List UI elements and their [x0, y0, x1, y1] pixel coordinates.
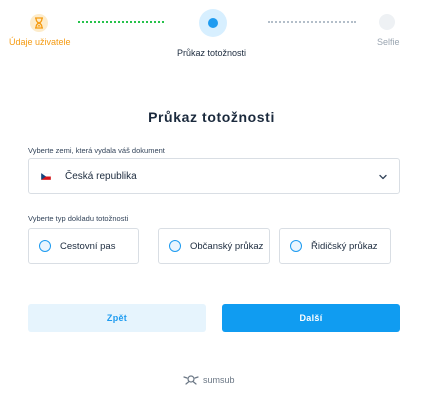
progress-stepper: Údaje uživatele Průkaz totožnosti Selfie [0, 0, 423, 64]
czech-flag-icon [41, 173, 51, 180]
doc-option-passport[interactable]: Cestovní pas [28, 228, 139, 264]
brand-name: sumsub [203, 375, 235, 385]
doc-option-id-card[interactable]: Občanský průkaz [158, 228, 270, 264]
step-connector-done [78, 21, 164, 23]
step-label-user-data: Údaje uživatele [9, 37, 71, 47]
radio-drivers-license[interactable] [290, 240, 302, 252]
doc-option-label: Cestovní pas [60, 241, 116, 252]
hourglass-icon [30, 14, 48, 32]
sumsub-logo-icon [183, 375, 199, 385]
doc-option-drivers-license[interactable]: Řidičský průkaz [279, 228, 391, 264]
page-title: Průkaz totožnosti [148, 109, 275, 125]
dot-icon [208, 18, 218, 28]
country-select[interactable]: Česká republika [28, 158, 400, 194]
radio-passport[interactable] [39, 240, 51, 252]
document-type-label: Vyberte typ dokladu totožnosti [28, 214, 129, 223]
radio-id-card[interactable] [169, 240, 181, 252]
step-label-selfie: Selfie [377, 37, 400, 47]
step-label-id-document: Průkaz totožnosti [177, 48, 247, 58]
next-button[interactable]: Další [222, 304, 400, 332]
step-connector-pending [268, 21, 356, 23]
country-field-label: Vyberte zemi, která vydala váš dokument [28, 146, 165, 155]
country-select-value: Česká republika [65, 171, 137, 182]
pending-step-icon [379, 14, 395, 30]
active-step-icon [199, 9, 227, 37]
footer-branding: sumsub [183, 373, 235, 387]
back-button[interactable]: Zpět [28, 304, 206, 332]
doc-option-label: Občanský průkaz [190, 241, 264, 252]
doc-option-label: Řidičský průkaz [311, 241, 378, 252]
chevron-down-icon[interactable] [377, 171, 389, 183]
